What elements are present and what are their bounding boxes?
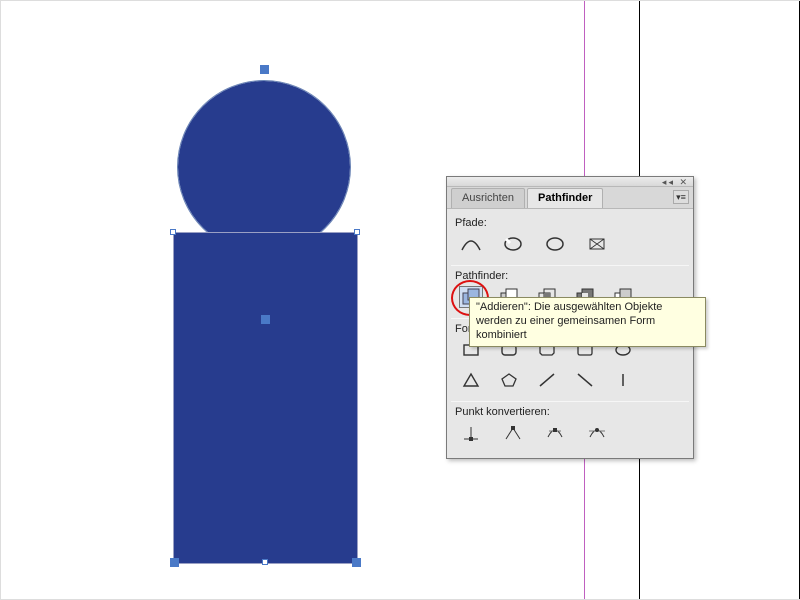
point-plain-button[interactable] [459,422,483,444]
point-corner-icon [504,425,522,441]
artwork-circle[interactable] [178,81,350,253]
separator [451,401,689,402]
anchor-bottom-mid[interactable] [262,559,268,565]
shape-convert-row-2 [455,367,685,397]
selection-handle-bl[interactable] [171,559,178,566]
tab-pathfinder[interactable]: Pathfinder [527,188,603,208]
tooltip: "Addieren": Die ausgewählten Objekte wer… [469,297,706,347]
join-path-button[interactable] [459,233,483,255]
paths-section-label: Pfade: [455,217,685,229]
point-plain-icon [462,425,480,441]
shape-diagline-button[interactable] [573,369,597,391]
point-smooth-icon [546,425,564,441]
reverse-path-icon [587,236,607,252]
selection-center[interactable] [262,316,269,323]
open-path-button[interactable] [501,233,525,255]
panel-tabs: Ausrichten Pathfinder ▾≡ [447,187,693,209]
close-path-button[interactable] [543,233,567,255]
shape-polygon-icon [500,372,518,388]
reverse-path-button[interactable] [585,233,609,255]
shape-vline-button[interactable] [611,369,635,391]
panel-menu-button[interactable]: ▾≡ [673,190,689,204]
anchor-top-right[interactable] [354,229,360,235]
panel-titlebar[interactable]: ◂◂ ✕ [447,177,693,187]
shape-triangle-button[interactable] [459,369,483,391]
pathfinder-section-label: Pathfinder: [455,270,685,282]
shape-triangle-icon [462,372,480,388]
shape-diagline-icon [576,372,594,388]
point-convert-row [455,420,685,450]
separator [451,265,689,266]
paths-row [455,231,685,261]
point-symmetric-button[interactable] [585,422,609,444]
open-path-icon [503,236,523,252]
selection-handle-top[interactable] [261,66,268,73]
point-corner-button[interactable] [501,422,525,444]
tab-align[interactable]: Ausrichten [451,188,525,208]
shape-line-button[interactable] [535,369,559,391]
anchor-top-left[interactable] [170,229,176,235]
join-path-icon [461,236,481,252]
close-path-icon [545,236,565,252]
shape-line-icon [538,372,556,388]
artwork-rectangle[interactable] [174,233,357,563]
tooltip-text: "Addieren": Die ausgewählten Objekte wer… [476,301,662,341]
point-convert-label: Punkt konvertieren: [455,406,685,418]
point-symmetric-icon [588,425,606,441]
selection-handle-br[interactable] [353,559,360,566]
shape-polygon-button[interactable] [497,369,521,391]
shape-vline-icon [614,372,632,388]
point-smooth-button[interactable] [543,422,567,444]
